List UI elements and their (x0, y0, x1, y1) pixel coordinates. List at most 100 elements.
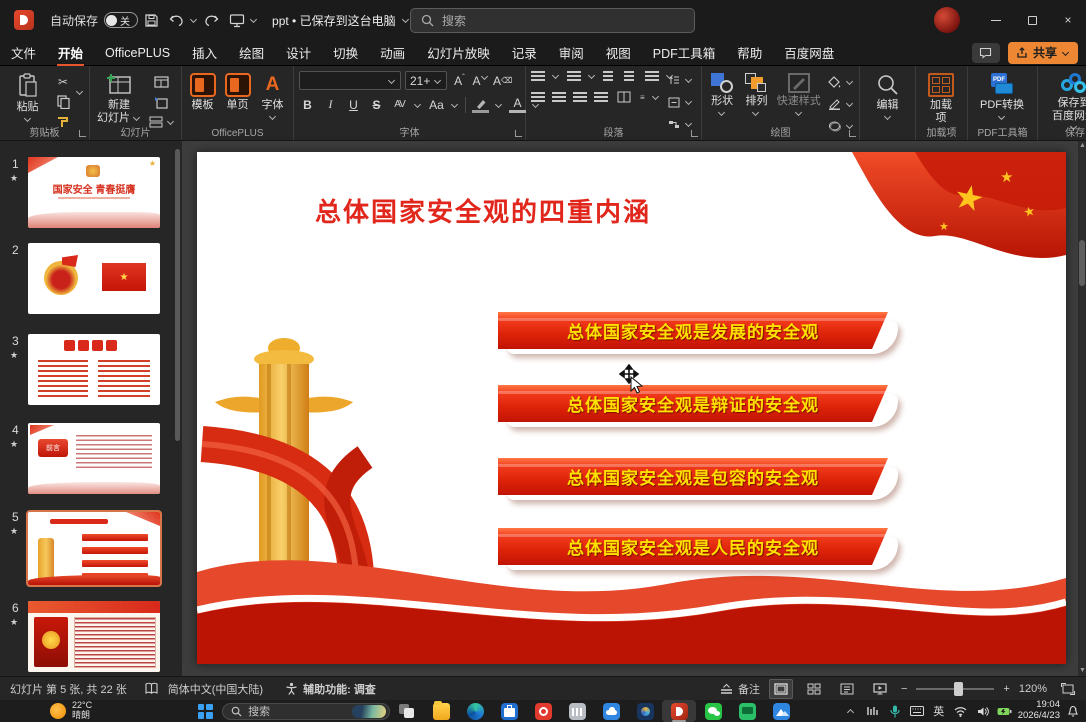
line-spacing-icon[interactable] (645, 71, 659, 81)
document-title[interactable]: ppt • 已保存到这台电脑 (272, 12, 410, 29)
edit-button[interactable]: 编辑 (865, 71, 910, 120)
columns-button[interactable] (615, 89, 633, 105)
slide-thumbnail-6[interactable] (28, 601, 160, 672)
increase-indent-icon[interactable] (624, 71, 638, 81)
slide-thumbnail-2[interactable]: ★ (28, 243, 160, 314)
tab-transitions[interactable]: 切换 (322, 40, 369, 66)
zoom-out-button[interactable]: − (901, 683, 907, 695)
zoom-slider[interactable] (916, 688, 994, 690)
bold-button[interactable]: B (299, 96, 316, 113)
tab-insert[interactable]: 插入 (181, 40, 228, 66)
notes-button[interactable]: 备注 (720, 681, 760, 697)
banner-4[interactable]: 总体国家安全观是人民的安全观 (498, 528, 888, 565)
appgallery-button[interactable] (526, 700, 560, 722)
banner-1[interactable]: 总体国家安全观是发展的安全观 (498, 312, 888, 349)
slide-title[interactable]: 总体国家安全观的四重内涵 (315, 192, 651, 229)
highlight-dropdown-icon[interactable] (495, 102, 503, 108)
text-direction-2-icon[interactable] (665, 72, 683, 88)
slideshow-view-button[interactable] (868, 679, 892, 699)
tab-file[interactable]: 文件 (0, 40, 47, 66)
tab-design[interactable]: 设计 (275, 40, 322, 66)
paste-button[interactable]: 粘贴 (5, 71, 50, 122)
addins-button[interactable]: 加载项 (921, 71, 961, 124)
fit-slide-button[interactable] (1056, 679, 1080, 699)
close-button[interactable]: × (1050, 0, 1086, 40)
start-slideshow-button[interactable] (224, 7, 250, 33)
touch-keyboard-icon[interactable] (908, 700, 926, 722)
microsoft-store-button[interactable] (492, 700, 526, 722)
shrink-font-button[interactable]: A (472, 72, 489, 89)
wifi-icon[interactable] (952, 700, 970, 722)
shape-fill-icon[interactable] (826, 74, 844, 90)
bullets-icon[interactable] (531, 71, 545, 81)
accessibility-button[interactable]: 辅助功能: 调查 (285, 681, 376, 697)
photos-app-button[interactable] (628, 700, 662, 722)
tab-home[interactable]: 开始 (47, 40, 94, 66)
comments-button[interactable] (972, 43, 1000, 63)
justify-icon[interactable] (594, 92, 608, 102)
tab-slideshow[interactable]: 幻灯片放映 (416, 40, 501, 66)
input-language-indicator[interactable]: 英 (930, 700, 948, 722)
text-direction-icon[interactable]: ≡ (640, 93, 645, 102)
battery-icon[interactable] (996, 700, 1014, 722)
normal-view-button[interactable] (769, 679, 793, 699)
edge-button[interactable] (458, 700, 492, 722)
cloud-app-button[interactable] (594, 700, 628, 722)
file-explorer-button[interactable] (424, 700, 458, 722)
clock[interactable]: 19:04 2026/4/23 (1018, 700, 1060, 722)
volume-icon[interactable] (974, 700, 992, 722)
slide-layout-button[interactable] (152, 74, 170, 90)
notification-bell-icon[interactable]: z (1064, 700, 1082, 722)
autosave-switch[interactable]: 关 (104, 12, 138, 28)
quick-access-dropdown-icon[interactable] (250, 17, 258, 23)
paragraph-dialog-launcher[interactable] (691, 130, 698, 137)
bullets-dropdown-icon[interactable] (552, 73, 560, 79)
taskbar-search[interactable]: 搜索 (222, 703, 390, 720)
zoom-level[interactable]: 120% (1019, 683, 1047, 695)
quick-styles-button[interactable]: 快速样式 (776, 71, 822, 116)
undo-button[interactable] (164, 7, 190, 33)
change-case-button[interactable]: Aa (428, 96, 445, 113)
collapse-ribbon-icon[interactable] (1070, 124, 1078, 130)
slide-thumbnail-3[interactable] (28, 334, 160, 405)
dd1-icon[interactable] (685, 77, 693, 83)
user-avatar[interactable] (934, 7, 960, 33)
new-slide-button[interactable]: 新建幻灯片 (95, 71, 143, 124)
microphone-icon[interactable] (886, 700, 904, 722)
numbering-icon[interactable] (567, 71, 581, 81)
reset-slide-button[interactable] (152, 94, 170, 110)
slide-sorter-view-button[interactable] (802, 679, 826, 699)
shape-fill-dropdown-icon[interactable] (846, 79, 854, 85)
copy-button[interactable] (54, 94, 72, 110)
align-text-icon[interactable] (665, 94, 683, 110)
vertical-scrollbar[interactable]: ▲ ▼ (1078, 141, 1086, 676)
tab-baidu-netdisk[interactable]: 百度网盘 (773, 40, 845, 66)
mubu-button[interactable] (560, 700, 594, 722)
language-button[interactable]: 简体中文(中国大陆) (168, 681, 263, 697)
cut-button[interactable]: ✂ (54, 74, 72, 90)
redo-button[interactable] (198, 7, 224, 33)
align-left-icon[interactable] (531, 92, 545, 102)
text-highlight-button[interactable] (472, 96, 489, 113)
zoom-in-button[interactable]: + (1003, 683, 1009, 695)
font-size-combo[interactable]: 21+ (405, 71, 447, 90)
share-button[interactable]: 共享 (1008, 42, 1078, 64)
tab-animations[interactable]: 动画 (369, 40, 416, 66)
underline-button[interactable]: U (345, 96, 362, 113)
save-button[interactable] (138, 7, 164, 33)
zoom-slider-thumb[interactable] (954, 682, 963, 696)
slide-thumbnail-4[interactable]: 前言 (28, 423, 160, 494)
maximize-button[interactable] (1014, 0, 1050, 40)
change-case-dropdown-icon[interactable] (451, 102, 459, 108)
shape-outline-icon[interactable] (826, 96, 844, 112)
numbering-dropdown-icon[interactable] (588, 73, 596, 79)
italic-button[interactable]: I (322, 96, 339, 113)
thumbnail-scrollbar[interactable] (175, 149, 180, 441)
scroll-down-icon[interactable]: ▼ (1079, 668, 1085, 674)
spellcheck-button[interactable] (145, 682, 158, 695)
clipboard-dialog-launcher[interactable] (79, 130, 86, 137)
search-input[interactable]: 搜索 (410, 8, 695, 33)
template-button[interactable]: 模板 (187, 71, 218, 112)
tab-review[interactable]: 审阅 (548, 40, 595, 66)
font-color-button[interactable]: A (509, 96, 526, 113)
